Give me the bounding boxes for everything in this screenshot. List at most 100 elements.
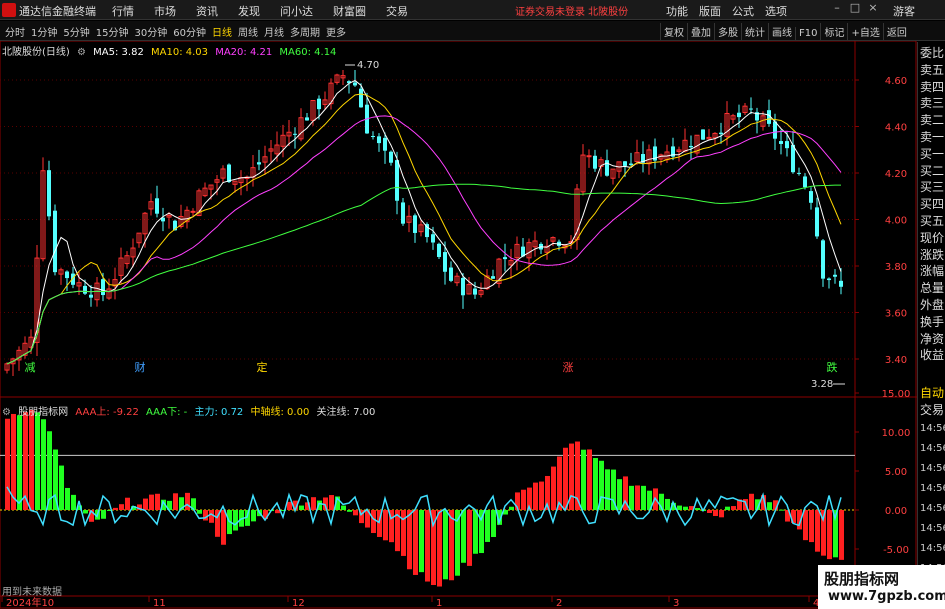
tab-weekly[interactable]: 周线 xyxy=(235,23,261,40)
quote-field-label: 总量 xyxy=(920,281,945,296)
indicator-settings-icon[interactable]: ⚙ xyxy=(2,407,11,418)
quote-field-label: 卖五 xyxy=(920,62,945,77)
candle-up xyxy=(190,210,196,213)
menu-item-market[interactable]: 市场 xyxy=(154,3,176,19)
candle-down xyxy=(155,198,159,214)
candle-down xyxy=(401,202,405,224)
candle-down xyxy=(737,112,741,118)
tab-more[interactable]: 更多 xyxy=(323,23,349,40)
menu-item-layout[interactable]: 版面 xyxy=(699,3,721,19)
mark-button[interactable]: 标记 xyxy=(820,23,847,40)
indicator-bar xyxy=(485,510,490,542)
multi-stock-button[interactable]: 多股 xyxy=(714,23,741,40)
menu-item-formula[interactable]: 公式 xyxy=(732,3,754,19)
candle-down xyxy=(803,176,807,188)
quote-field-label: 收益 xyxy=(920,348,945,363)
candle-down xyxy=(53,210,57,273)
window-controls: – □ × xyxy=(828,1,888,19)
candle-down xyxy=(623,161,627,166)
menu-item-options[interactable]: 选项 xyxy=(765,3,787,19)
menu-item-trade[interactable]: 交易 xyxy=(386,3,408,19)
tick-time: 14:56 xyxy=(920,523,945,534)
indicator-bar xyxy=(119,504,124,510)
tab-daily[interactable]: 日线 xyxy=(209,23,235,40)
candle-down xyxy=(293,133,297,135)
auto-trade-toggle[interactable]: 自动 xyxy=(920,386,945,400)
tab-multi-period[interactable]: 多周期 xyxy=(287,23,323,40)
candle-down xyxy=(785,141,789,149)
ma10-line xyxy=(6,93,842,365)
add-favorite-button[interactable]: +自选 xyxy=(847,23,882,40)
stock-title[interactable]: 北陂股份(日线) xyxy=(2,47,70,58)
stats-button[interactable]: 统计 xyxy=(741,23,768,40)
draw-button[interactable]: 画线 xyxy=(768,23,795,40)
watermark: 股朋指标网 www.7gpzb.com xyxy=(818,565,945,609)
tab-30min[interactable]: 30分钟 xyxy=(131,23,170,40)
indicator-bar xyxy=(731,506,736,510)
tab-15min[interactable]: 15分钟 xyxy=(93,23,132,40)
indicator-bar xyxy=(707,510,712,513)
tab-60min[interactable]: 60分钟 xyxy=(170,23,209,40)
candle-down xyxy=(317,98,321,110)
tab-5min[interactable]: 5分钟 xyxy=(60,23,92,40)
login-notice[interactable]: 证券交易未登录 北陂股份 xyxy=(515,3,628,18)
menu-item-quotes[interactable]: 行情 xyxy=(112,3,134,19)
trade-button[interactable]: 交易 xyxy=(920,403,945,417)
overlay-button[interactable]: 叠加 xyxy=(687,23,714,40)
indicator-bar xyxy=(539,481,544,510)
candle-down xyxy=(437,243,441,257)
tick-time: 14:56 xyxy=(920,443,945,454)
f10-button[interactable]: F10 xyxy=(795,27,820,40)
back-button[interactable]: 返回 xyxy=(882,23,910,40)
menu-item-discover[interactable]: 发现 xyxy=(238,3,260,19)
candle-down xyxy=(491,276,495,279)
candle-down xyxy=(791,144,795,173)
indicator-bar xyxy=(581,449,586,510)
chart-area[interactable]: 4.70 3.28 减 财 定 涨 跌 4.60 4.40 4.20 4.00 3.80 3.60 3.… xyxy=(0,41,917,609)
indicator-bar xyxy=(803,510,808,541)
quote-field-label: 卖一 xyxy=(920,130,945,144)
tab-intraday[interactable]: 分时 xyxy=(2,23,28,40)
indicator-bar xyxy=(467,510,472,566)
indicator-bar xyxy=(29,409,34,510)
candle-down xyxy=(395,160,399,201)
quote-field-label: 买一 xyxy=(920,146,945,161)
menu-item-functions[interactable]: 功能 xyxy=(666,3,688,19)
quote-field-label: 买五 xyxy=(920,214,945,228)
tab-1min[interactable]: 1分钟 xyxy=(28,23,60,40)
app-title: 通达信金融终端 xyxy=(19,5,96,18)
indicator-bar xyxy=(419,510,424,573)
indicator-bar xyxy=(275,510,280,514)
indicator-bar xyxy=(521,489,526,510)
indicator-name[interactable]: 股朋指标网 xyxy=(18,407,68,418)
price-tick-label: 4.40 xyxy=(885,123,907,134)
candle-down xyxy=(377,136,381,144)
price-tick-label: 4.00 xyxy=(885,216,907,227)
tab-monthly[interactable]: 月线 xyxy=(261,23,287,40)
indicator-bar xyxy=(509,506,514,510)
indicator-bar xyxy=(155,493,160,510)
close-icon[interactable]: × xyxy=(864,1,882,14)
indicator-bar xyxy=(491,510,496,538)
menu-item-wealth[interactable]: 财富圈 xyxy=(333,3,366,19)
price-tick-label: 3.80 xyxy=(885,262,907,273)
indicator-bar xyxy=(53,449,58,510)
settings-icon[interactable]: ⚙ xyxy=(77,47,86,58)
candle-down xyxy=(305,117,309,121)
candle-down xyxy=(797,172,801,174)
candle-down xyxy=(383,137,387,151)
ma20-value: MA20: 4.21 xyxy=(215,47,273,58)
guest-label[interactable]: 游客 xyxy=(893,3,915,19)
maximize-icon[interactable]: □ xyxy=(846,1,864,14)
minimize-icon[interactable]: – xyxy=(828,1,846,14)
indicator-bar xyxy=(677,505,682,510)
candle-down xyxy=(227,164,231,183)
aaa-down-value: AAA下: - xyxy=(146,407,188,418)
time-tick-label: 12 xyxy=(292,598,305,609)
menu-item-ask[interactable]: 问小达 xyxy=(280,3,313,19)
menu-item-news[interactable]: 资讯 xyxy=(196,3,218,19)
indicator-bar xyxy=(713,510,718,517)
indicator-bar xyxy=(221,510,226,545)
candle-down xyxy=(65,271,69,279)
adjust-button[interactable]: 复权 xyxy=(660,23,687,40)
